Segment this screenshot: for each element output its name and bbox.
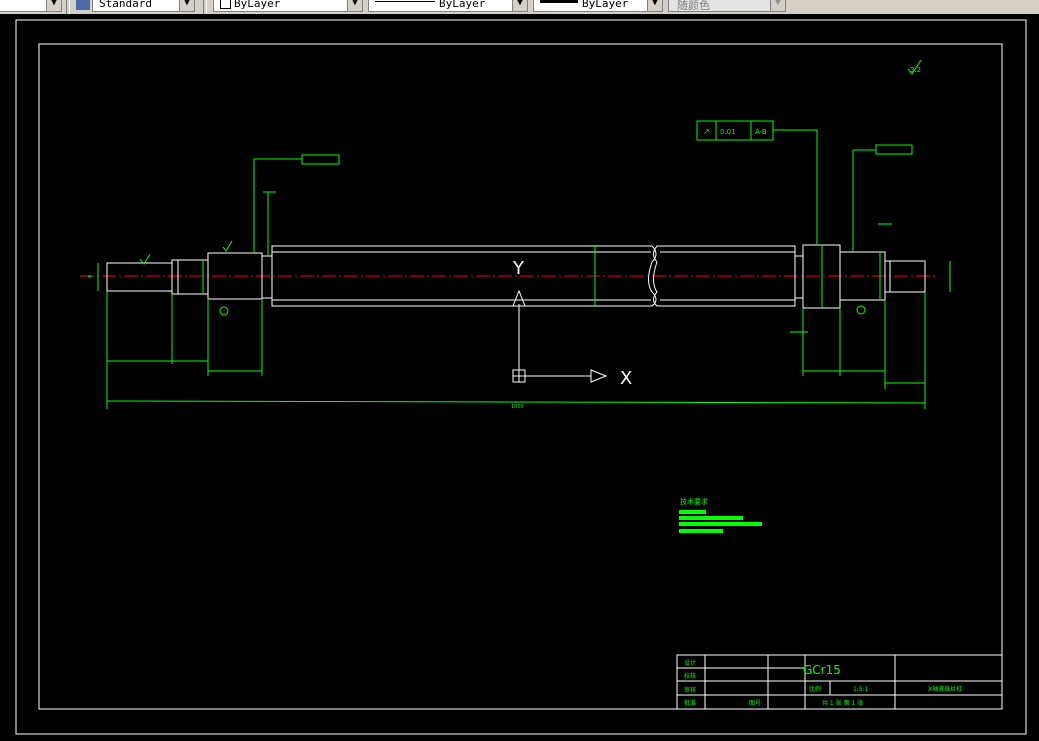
tech-req-line [679,522,762,526]
plotstyle-dropdown[interactable]: 随颜色 ▼ [668,0,786,12]
color-value: ByLayer [234,0,281,10]
lineweight-dropdown[interactable]: ByLayer ▼ [533,0,663,12]
title-design-label: 设计 [684,659,696,667]
properties-toolbar: ▼ Standard ▼ ByLayer ▼ ByLayer ▼ ByLayer… [0,0,1039,14]
ucs-x-label: X [620,368,632,389]
chevron-down-icon[interactable]: ▼ [770,0,785,11]
text-style-dropdown[interactable]: Standard ▼ [92,0,195,12]
color-swatch-icon [220,0,231,9]
chevron-down-icon[interactable]: ▼ [179,0,194,11]
tech-req-line [679,510,706,514]
center-hole-icon [856,305,866,315]
tolerance-symbol: ↗ [703,127,710,136]
tolerance-datum: A-B [755,128,767,136]
ratio-label: 比例 [809,685,821,693]
title-review-label: 审核 [684,686,696,694]
dimstyle-dropdown[interactable]: ▼ [0,0,62,12]
linetype-dropdown[interactable]: ByLayer ▼ [368,0,528,12]
toolbar-separator [203,0,207,14]
scale-value: 1:5:1 [853,686,869,693]
ucs-icon [512,289,608,383]
lineweight-value: ByLayer [582,0,629,10]
center-hole-icon [219,306,229,316]
tech-req-line [679,516,743,520]
text-style-value: Standard [99,0,152,10]
drawing-name: X轴滚珠丝杠 [928,685,962,693]
tech-req-line [679,529,723,533]
dimension-lines [97,129,951,409]
lineweight-preview-icon [540,0,578,3]
tolerance-value: 0.01 [720,128,736,136]
linetype-value: ByLayer [439,0,486,10]
chevron-down-icon[interactable]: ▼ [347,0,362,11]
linetype-preview-icon [375,1,435,2]
chevron-down-icon[interactable]: ▼ [46,0,61,11]
chevron-down-icon[interactable]: ▼ [512,0,527,11]
material-label: GCr15 [803,663,841,677]
tolerance-frames [301,120,913,165]
roughness-symbol-icon [222,240,233,252]
sheet-count: 共 1 张 第 1 张 [822,699,863,707]
ucs-y-label: Y [512,258,525,279]
drawing-canvas[interactable]: ↗ 0.01 A-B φ 1000 3.2 Y X 技术要求 设计 校核 审核 … [0,14,1039,741]
plotstyle-value: 随颜色 [677,0,710,12]
title-partno-label: 图号 [749,700,761,707]
title-check-label: 校核 [684,672,696,680]
style-icon [76,0,90,10]
diameter-label: φ [87,274,93,278]
color-dropdown[interactable]: ByLayer ▼ [213,0,363,12]
paper-border [15,19,1027,735]
title-approve-label: 批准 [684,699,696,707]
chevron-down-icon[interactable]: ▼ [647,0,662,11]
toolbar-separator [66,0,70,14]
tech-req-title: 技术要求 [680,497,708,506]
total-length-label: 1000 [511,404,524,410]
